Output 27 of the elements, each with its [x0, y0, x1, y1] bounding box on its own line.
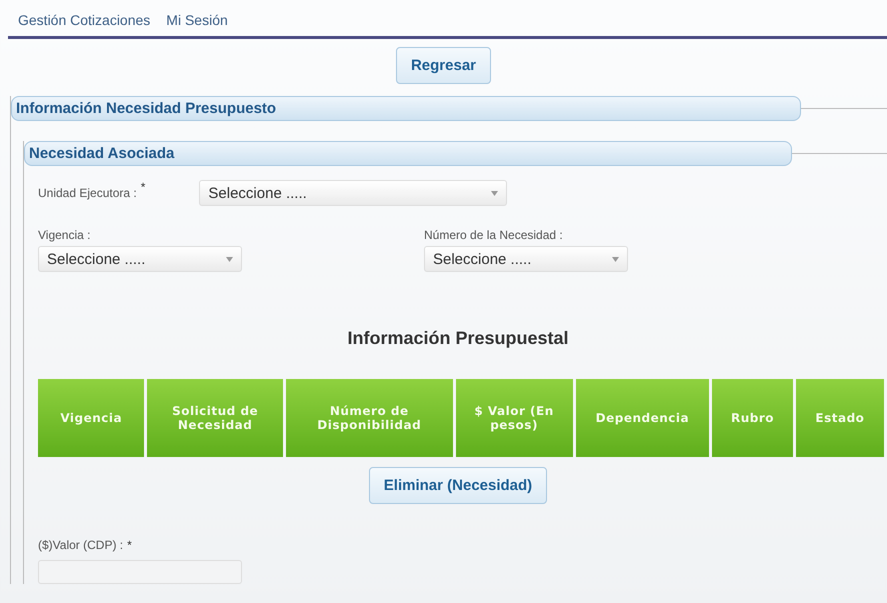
- column-header: $ Valor (En pesos): [456, 379, 572, 457]
- unit-dropdown[interactable]: Seleccione .....: [199, 180, 508, 206]
- column-header: Dependencia: [576, 379, 710, 457]
- menu-item[interactable]: Mi Sesión: [166, 12, 228, 28]
- back-button[interactable]: Regresar: [396, 47, 492, 84]
- need-dropdown[interactable]: Seleccione .....: [424, 246, 628, 272]
- column-header: Estado: [796, 379, 884, 457]
- required-mark: *: [140, 180, 146, 194]
- column-header: Vigencia: [38, 379, 144, 457]
- required-mark: *: [127, 538, 132, 552]
- column-header: Solicitud de Necesidad: [147, 379, 283, 457]
- field-label: Número de la Necesidad :: [424, 228, 564, 242]
- caret-icon: [612, 256, 619, 262]
- caret-icon: [491, 190, 498, 196]
- column-header: Rubro: [712, 379, 793, 457]
- field-label: Unidad Ejecutora :: [38, 186, 137, 200]
- value-input[interactable]: [38, 560, 242, 584]
- subsection-title: Necesidad Asociada: [24, 141, 792, 166]
- section-title: Información Necesidad Presupuesto: [11, 96, 801, 121]
- field-label: Vigencia :: [38, 228, 92, 242]
- year-dropdown[interactable]: Seleccione .....: [38, 246, 242, 272]
- table-title: Información Presupuestal: [346, 328, 570, 349]
- menu-item[interactable]: Gestión Cotizaciones: [18, 12, 150, 28]
- caret-icon: [226, 256, 233, 262]
- column-header: Número de Disponibilidad: [286, 379, 453, 457]
- delete-button[interactable]: Eliminar (Necesidad): [368, 467, 548, 504]
- field-label: ($)Valor (CDP) :: [38, 538, 124, 552]
